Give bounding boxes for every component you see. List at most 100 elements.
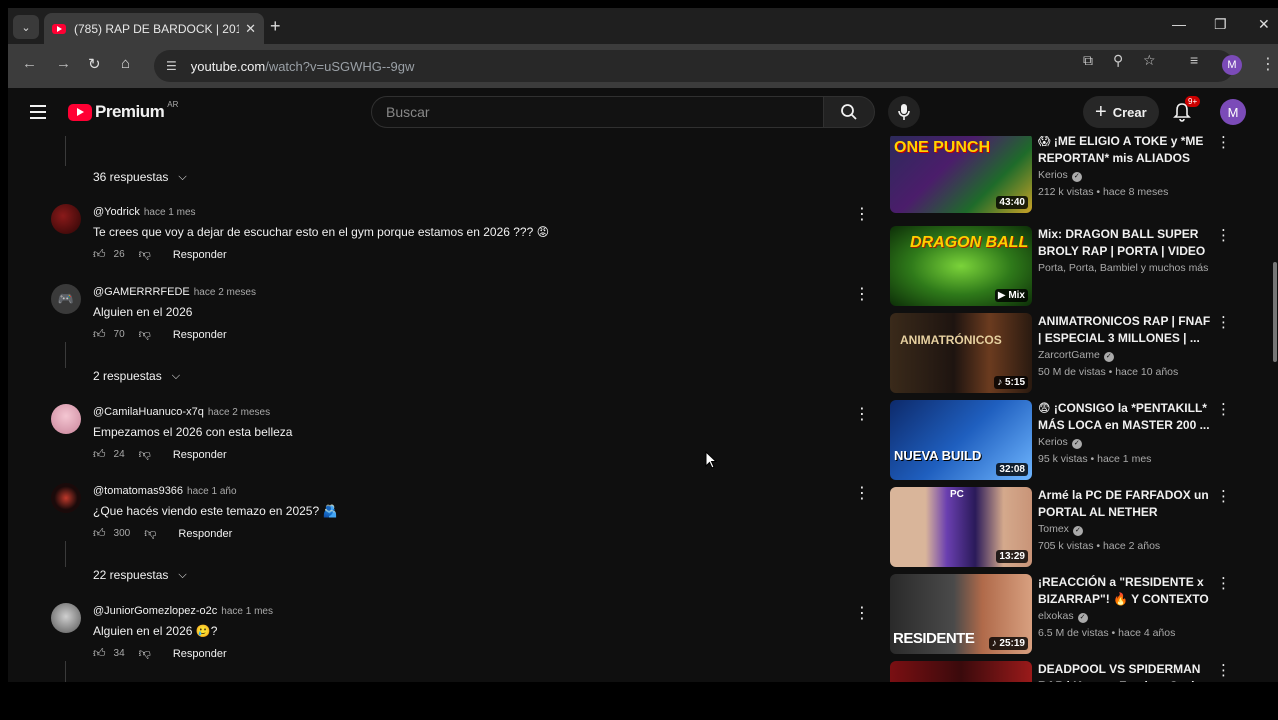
- video-thumbnail[interactable]: [890, 661, 1032, 682]
- comment-menu-icon[interactable]: ⋮: [854, 404, 870, 424]
- comment-time[interactable]: hace 1 mes: [144, 207, 196, 218]
- zoom-icon[interactable]: ⚲: [1113, 52, 1123, 69]
- comment-menu-icon[interactable]: ⋮: [854, 204, 870, 224]
- install-app-icon[interactable]: ⧉: [1083, 52, 1093, 69]
- video-item[interactable]: PC 13:29 Armé la PC DE FARFADOX un PORTA…: [890, 487, 1260, 567]
- reply-button[interactable]: Responder: [173, 329, 227, 341]
- like-icon[interactable]: 👍︎: [93, 447, 106, 462]
- avatar[interactable]: [51, 603, 81, 633]
- video-title[interactable]: DEADPOOL VS SPIDERMAN RAP | Kronno Zombe…: [1038, 661, 1214, 682]
- comment-menu-icon[interactable]: ⋮: [854, 284, 870, 304]
- close-window-icon[interactable]: ✕: [1258, 16, 1270, 33]
- comment-menu-icon[interactable]: ⋮: [854, 483, 870, 503]
- video-thumbnail[interactable]: NUEVA BUILD 32:08: [890, 400, 1032, 480]
- video-channel[interactable]: Porta, Porta, Bambiel y muchos más: [1038, 262, 1214, 274]
- reply-button[interactable]: Responder: [173, 249, 227, 261]
- dislike-icon[interactable]: 👎︎: [144, 526, 156, 541]
- comment-time[interactable]: hace 1 año: [187, 486, 237, 497]
- guide-menu-icon[interactable]: [30, 105, 46, 119]
- video-menu-icon[interactable]: ⋮: [1216, 661, 1231, 679]
- search-button[interactable]: [823, 96, 875, 128]
- video-thumbnail[interactable]: RESIDENTE ♪ 25:19: [890, 574, 1032, 654]
- replies-toggle[interactable]: 2 respuestas ⌵: [93, 369, 180, 383]
- video-title[interactable]: ¡REACCIÓN a "RESIDENTE x BIZARRAP"! 🔥 Y …: [1038, 574, 1214, 608]
- comment-author[interactable]: @tomatomas9366: [93, 485, 183, 497]
- video-channel[interactable]: ZarcortGame ✓: [1038, 349, 1214, 362]
- browser-menu-icon[interactable]: ⋮: [1260, 54, 1276, 74]
- browser-tab[interactable]: (785) RAP DE BARDOCK | 2016 D ✕: [44, 13, 264, 44]
- youtube-premium-logo[interactable]: Premium AR: [68, 100, 178, 122]
- video-item[interactable]: NUEVA BUILD 32:08 😨 ¡CONSIGO la *PENTAKI…: [890, 400, 1260, 480]
- video-menu-icon[interactable]: ⋮: [1216, 226, 1231, 244]
- new-tab-button[interactable]: +: [270, 16, 281, 37]
- video-channel[interactable]: Kerios ✓: [1038, 169, 1214, 182]
- avatar[interactable]: 🎮: [51, 284, 81, 314]
- video-title[interactable]: ANIMATRONICOS RAP | FNAF | ESPECIAL 3 MI…: [1038, 313, 1214, 347]
- video-thumbnail[interactable]: ANIMATRÓNICOS ♪ 5:15: [890, 313, 1032, 393]
- back-arrow-icon[interactable]: ←: [22, 55, 37, 72]
- tab-search-button[interactable]: ⌄: [13, 15, 39, 39]
- notifications-button[interactable]: 9+: [1173, 96, 1201, 127]
- dislike-icon[interactable]: 👎︎: [139, 447, 151, 462]
- minimize-icon[interactable]: —: [1172, 16, 1186, 32]
- scrollbar-thumb[interactable]: [1273, 262, 1277, 362]
- voice-search-button[interactable]: [888, 96, 920, 128]
- comment-author[interactable]: @CamilaHuanuco-x7q: [93, 406, 204, 418]
- avatar[interactable]: [51, 204, 81, 234]
- video-item[interactable]: DRAGON BALL ▶ Mix Mix: DRAGON BALL SUPER…: [890, 226, 1260, 306]
- video-item[interactable]: ANIMATRÓNICOS ♪ 5:15 ANIMATRONICOS RAP |…: [890, 313, 1260, 393]
- comment-author[interactable]: @Yodrick: [93, 206, 140, 218]
- dislike-icon[interactable]: 👎︎: [139, 327, 151, 342]
- create-button[interactable]: + Crear: [1083, 96, 1159, 128]
- video-menu-icon[interactable]: ⋮: [1216, 574, 1231, 592]
- page-scrollbar[interactable]: [1273, 136, 1278, 682]
- video-menu-icon[interactable]: ⋮: [1216, 400, 1231, 418]
- restore-icon[interactable]: ❐: [1214, 16, 1227, 33]
- reply-button[interactable]: Responder: [178, 528, 232, 540]
- video-thumbnail[interactable]: DRAGON BALL ▶ Mix: [890, 226, 1032, 306]
- site-info-icon[interactable]: ☰: [166, 59, 177, 73]
- video-title[interactable]: 😨 ¡CONSIGO la *PENTAKILL* MÁS LOCA en MA…: [1038, 400, 1214, 434]
- video-title[interactable]: Mix: DRAGON BALL SUPER BROLY RAP | PORTA…: [1038, 226, 1214, 260]
- bookmark-star-icon[interactable]: ☆: [1143, 52, 1156, 69]
- comment-author[interactable]: @JuniorGomezlopez-o2c: [93, 605, 217, 617]
- like-icon[interactable]: 👍︎: [93, 327, 106, 342]
- dislike-icon[interactable]: 👎︎: [139, 247, 151, 262]
- video-thumbnail[interactable]: PC 13:29: [890, 487, 1032, 567]
- like-icon[interactable]: 👍︎: [93, 526, 106, 541]
- dislike-icon[interactable]: 👎︎: [139, 646, 151, 661]
- video-title[interactable]: Armé la PC DE FARFADOX un PORTAL AL NETH…: [1038, 487, 1214, 521]
- search-input[interactable]: Buscar: [371, 96, 825, 128]
- reload-icon[interactable]: ↻: [88, 55, 101, 73]
- replies-toggle[interactable]: 36 respuestas ⌵: [93, 170, 187, 184]
- replies-toggle[interactable]: 22 respuestas ⌵: [93, 568, 187, 582]
- video-menu-icon[interactable]: ⋮: [1216, 136, 1231, 151]
- address-bar[interactable]: ☰ youtube.com/watch?v=uSGWHG--9gw: [154, 50, 1234, 82]
- comment-author[interactable]: @GAMERRRFEDE: [93, 286, 190, 298]
- avatar[interactable]: [51, 404, 81, 434]
- video-channel[interactable]: Tomex ✓: [1038, 523, 1214, 536]
- video-channel[interactable]: Kerios ✓: [1038, 436, 1214, 449]
- like-icon[interactable]: 👍︎: [93, 646, 106, 661]
- browser-profile-avatar[interactable]: M: [1222, 55, 1242, 75]
- account-avatar[interactable]: M: [1220, 99, 1246, 125]
- media-controls-icon[interactable]: ≡: [1190, 52, 1198, 68]
- video-title[interactable]: 😱 ¡ME ELIGIÓ A TOKE y *ME REPORTAN* mis …: [1038, 136, 1214, 167]
- video-thumbnail[interactable]: ONE PUNCH 43:40: [890, 136, 1032, 213]
- video-item[interactable]: RESIDENTE ♪ 25:19 ¡REACCIÓN a "RESIDENTE…: [890, 574, 1260, 654]
- comment-time[interactable]: hace 1 mes: [221, 606, 273, 617]
- comment-menu-icon[interactable]: ⋮: [854, 603, 870, 623]
- close-tab-icon[interactable]: ✕: [245, 21, 256, 37]
- video-item[interactable]: DEADPOOL VS SPIDERMAN RAP | Kronno Zombe…: [890, 661, 1260, 682]
- video-item[interactable]: ONE PUNCH 43:40 😱 ¡ME ELIGIÓ A TOKE y *M…: [890, 136, 1260, 213]
- avatar[interactable]: [51, 483, 81, 513]
- reply-button[interactable]: Responder: [173, 648, 227, 660]
- comment-time[interactable]: hace 2 meses: [194, 287, 256, 298]
- reply-button[interactable]: Responder: [173, 449, 227, 461]
- comment-time[interactable]: hace 2 meses: [208, 407, 270, 418]
- like-icon[interactable]: 👍︎: [93, 247, 106, 262]
- video-menu-icon[interactable]: ⋮: [1216, 313, 1231, 331]
- forward-arrow-icon[interactable]: →: [56, 55, 71, 72]
- video-menu-icon[interactable]: ⋮: [1216, 487, 1231, 505]
- home-icon[interactable]: ⌂: [121, 55, 130, 72]
